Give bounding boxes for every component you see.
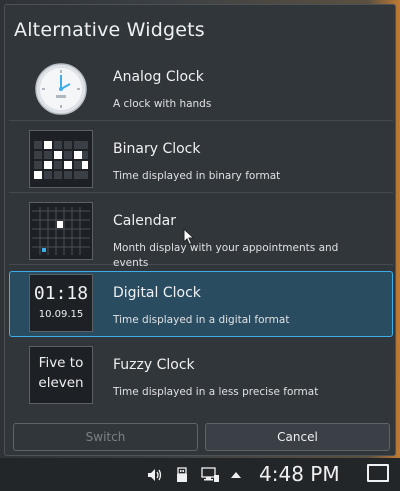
taskbar-clock[interactable]: 4:48 PM (259, 462, 340, 486)
fuzzy-clock-preview-text: Five to eleven (38, 355, 84, 391)
calendar-icon (29, 202, 93, 260)
cancel-button[interactable]: Cancel (205, 423, 390, 451)
usb-device-icon[interactable] (173, 466, 191, 484)
mouse-cursor-icon (183, 227, 195, 250)
digital-clock-preview-date: 10.09.15 (38, 309, 84, 320)
switch-button[interactable]: Switch (13, 423, 198, 451)
widget-title: Binary Clock (113, 141, 201, 157)
digital-clock-icon: 01:18 10.09.15 (29, 274, 93, 332)
popup-title: Alternative Widgets (14, 19, 205, 41)
digital-clock-preview-time: 01:18 (33, 283, 89, 304)
show-desktop-icon[interactable] (367, 464, 389, 482)
widget-title: Calendar (113, 213, 176, 229)
widget-title: Analog Clock (113, 69, 204, 85)
widget-description: Month display with your appointments and… (113, 242, 339, 269)
expand-arrow-icon[interactable] (229, 466, 247, 484)
widget-item-digital-clock[interactable]: 01:18 10.09.15 Digital Clock Time displa… (9, 271, 393, 337)
binary-clock-icon (29, 130, 93, 188)
widget-item-fuzzy-clock[interactable]: Five to eleven Fuzzy Clock Time displaye… (9, 343, 393, 409)
dialog-buttons: Switch Cancel (13, 423, 390, 451)
fuzzy-clock-icon: Five to eleven (29, 346, 93, 404)
network-icon[interactable] (200, 466, 219, 484)
widget-item-analog-clock[interactable]: Analog Clock A clock with hands (9, 55, 393, 121)
widget-item-calendar[interactable]: Calendar Month display with your appoint… (9, 199, 393, 269)
widget-description: Time displayed in binary format (113, 170, 281, 182)
widget-title: Digital Clock (113, 285, 201, 301)
widget-description: Time displayed in a digital format (113, 314, 290, 326)
widget-title: Fuzzy Clock (113, 357, 195, 373)
widget-item-binary-clock[interactable]: Binary Clock Time displayed in binary fo… (9, 127, 393, 193)
volume-icon[interactable] (146, 466, 164, 484)
analog-clock-icon (29, 58, 93, 116)
widget-description: Time displayed in a less precise format (113, 386, 319, 398)
taskbar: 4:48 PM (0, 458, 400, 491)
widget-description: A clock with hands (113, 98, 212, 110)
alternative-widgets-popup: Alternative Widgets Analog Clock A clock… (4, 4, 396, 456)
widget-list: Analog Clock A clock with hands Binary C… (5, 55, 397, 415)
